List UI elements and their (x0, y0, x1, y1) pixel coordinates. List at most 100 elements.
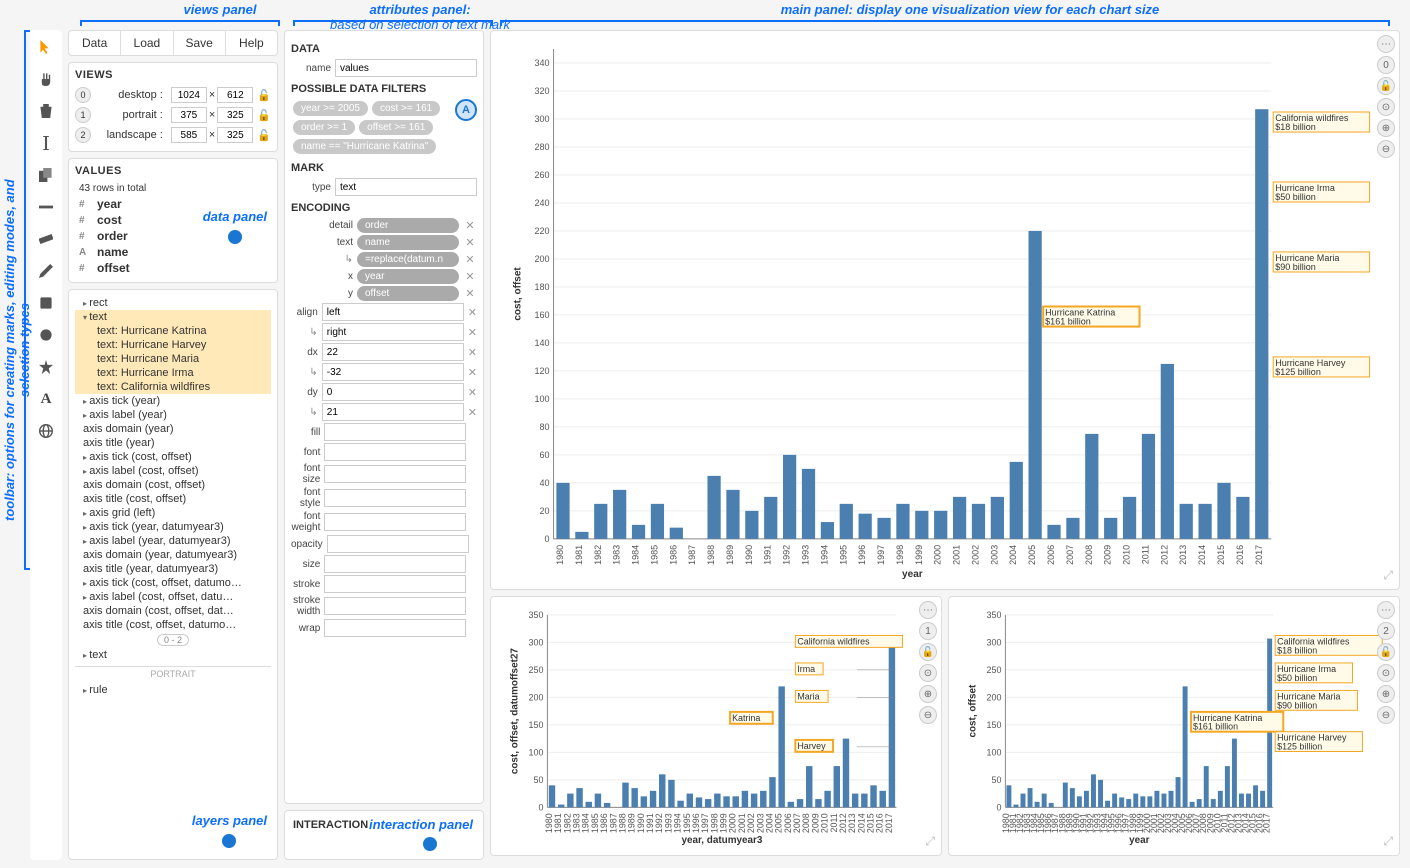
view-row-landscape[interactable]: 2 landscape : × 🔓 (75, 125, 271, 145)
circle-icon[interactable] (37, 326, 55, 344)
layer-item[interactable]: rule (75, 683, 271, 697)
chart-badge-0[interactable]: 0 (1377, 56, 1395, 74)
filter-chip[interactable]: name == "Hurricane Katrina" (293, 139, 436, 154)
encoding-input[interactable] (324, 489, 466, 507)
layer-item[interactable]: axis domain (year, datumyear3) (75, 548, 271, 562)
menu-load[interactable]: Load (121, 31, 173, 55)
hand-icon[interactable] (37, 70, 55, 88)
encoding-input[interactable] (324, 597, 466, 615)
chart-expand-icon[interactable]: ⤢ (1383, 568, 1393, 583)
encoding-input[interactable] (322, 323, 464, 341)
layer-item[interactable]: text: Hurricane Irma (75, 366, 271, 380)
layer-item[interactable]: text: Hurricane Harvey (75, 338, 271, 352)
encoding-pill[interactable]: order (357, 218, 459, 233)
layer-item[interactable]: axis label (cost, offset, datu… (75, 590, 271, 604)
layer-item[interactable]: axis title (cost, offset, datumo… (75, 618, 271, 632)
encoding-input[interactable] (324, 555, 466, 573)
menu-help[interactable]: Help (226, 31, 277, 55)
clear-icon[interactable]: ✕ (468, 386, 477, 399)
square-icon[interactable] (37, 294, 55, 312)
menu-save[interactable]: Save (174, 31, 226, 55)
layer-item[interactable]: axis label (year) (75, 408, 271, 422)
layer-item[interactable]: axis label (year, datumyear3) (75, 534, 271, 548)
chart-lock-icon[interactable]: 🔓 (1377, 77, 1395, 95)
clear-icon[interactable]: ✕ (468, 326, 477, 339)
layer-item[interactable]: axis tick (cost, offset) (75, 450, 271, 464)
filter-chip[interactable]: order >= 1 (293, 120, 355, 135)
encoding-input[interactable] (327, 535, 469, 553)
chart-zoom-reset-icon[interactable]: ⊙ (1377, 664, 1395, 682)
layer-item[interactable]: text: California wildfires (75, 380, 271, 394)
filter-accept-icon[interactable]: A (455, 99, 477, 121)
chart-zoom-out-icon[interactable]: ⊖ (919, 706, 937, 724)
layer-item[interactable]: axis grid (left) (75, 506, 271, 520)
encoding-input[interactable] (324, 423, 466, 441)
layer-item[interactable]: axis title (year, datumyear3) (75, 562, 271, 576)
chart-badge-2[interactable]: 2 (1377, 622, 1395, 640)
chart-badge-1[interactable]: 1 (919, 622, 937, 640)
encoding-input[interactable] (324, 513, 466, 531)
chart-zoom-in-icon[interactable]: ⊕ (919, 685, 937, 703)
ruler-icon[interactable] (37, 230, 55, 248)
clear-icon[interactable]: ✕ (468, 366, 477, 379)
layer-item[interactable]: text: Hurricane Maria (75, 352, 271, 366)
globe-icon[interactable] (37, 422, 55, 440)
clear-icon[interactable]: ✕ (463, 253, 477, 266)
clear-icon[interactable]: ✕ (463, 236, 477, 249)
layer-item[interactable]: text: Hurricane Katrina (75, 324, 271, 338)
view-height-input[interactable] (217, 127, 253, 143)
layer-item[interactable]: axis domain (year) (75, 422, 271, 436)
clear-icon[interactable]: ✕ (463, 270, 477, 283)
attr-name-input[interactable] (335, 59, 477, 77)
view-row-portrait[interactable]: 1 portrait : × 🔓 (75, 105, 271, 125)
view-height-input[interactable] (217, 107, 253, 123)
encoding-input[interactable] (322, 343, 464, 361)
trash-icon[interactable] (37, 102, 55, 120)
text-a-icon[interactable]: A (37, 390, 55, 408)
layer-item[interactable]: axis domain (cost, offset) (75, 478, 271, 492)
layer-item[interactable]: axis tick (year, datumyear3) (75, 520, 271, 534)
filter-chip[interactable]: offset >= 161 (359, 120, 433, 135)
copy-icon[interactable] (37, 166, 55, 184)
view-width-input[interactable] (171, 87, 207, 103)
chart-lock-icon[interactable]: 🔓 (1377, 643, 1395, 661)
filter-chip[interactable]: cost >= 161 (372, 101, 440, 116)
layer-item[interactable]: axis domain (cost, offset, dat… (75, 604, 271, 618)
encoding-input[interactable] (322, 363, 464, 381)
view-height-input[interactable] (217, 87, 253, 103)
chart-expand-icon[interactable]: ⤢ (1383, 834, 1393, 849)
chart-s2-svg[interactable]: 0501001502002503003501980198119821983198… (957, 605, 1391, 847)
view-width-input[interactable] (171, 107, 207, 123)
encoding-pill[interactable]: name (357, 235, 459, 250)
clear-icon[interactable]: ✕ (468, 346, 477, 359)
view-row-desktop[interactable]: 0 desktop : × 🔓 (75, 85, 271, 105)
clear-icon[interactable]: ✕ (463, 287, 477, 300)
encoding-pill[interactable]: offset (357, 286, 459, 301)
chart-expand-icon[interactable]: ⤢ (925, 834, 935, 849)
layer-item[interactable]: text (75, 648, 271, 662)
chart-zoom-reset-icon[interactable]: ⊙ (1377, 98, 1395, 116)
encoding-input[interactable] (324, 575, 466, 593)
menu-data[interactable]: Data (69, 31, 121, 55)
encoding-input[interactable] (324, 443, 466, 461)
layer-item[interactable]: axis title (cost, offset) (75, 492, 271, 506)
attr-type-input[interactable] (335, 178, 477, 196)
filter-chip[interactable]: year >= 2005 (293, 101, 368, 116)
chart-zoom-reset-icon[interactable]: ⊙ (919, 664, 937, 682)
encoding-pill[interactable]: =replace(datum.n (357, 252, 459, 267)
encoding-input[interactable] (322, 303, 464, 321)
chart-zoom-out-icon[interactable]: ⊖ (1377, 706, 1395, 724)
encoding-input[interactable] (324, 619, 466, 637)
view-width-input[interactable] (171, 127, 207, 143)
layer-item[interactable]: axis title (year) (75, 436, 271, 450)
chart-more-icon[interactable]: ⋯ (1377, 35, 1395, 53)
pencil-icon[interactable] (37, 262, 55, 280)
star-icon[interactable] (37, 358, 55, 376)
chart-big-svg[interactable]: 0204060801001201401601802002202402602803… (499, 39, 1391, 581)
chart-more-icon[interactable]: ⋯ (919, 601, 937, 619)
unlock-icon[interactable]: 🔓 (257, 109, 271, 122)
chart-zoom-in-icon[interactable]: ⊕ (1377, 685, 1395, 703)
encoding-input[interactable] (322, 403, 464, 421)
chart-more-icon[interactable]: ⋯ (1377, 601, 1395, 619)
layer-item[interactable]: text (75, 310, 271, 324)
